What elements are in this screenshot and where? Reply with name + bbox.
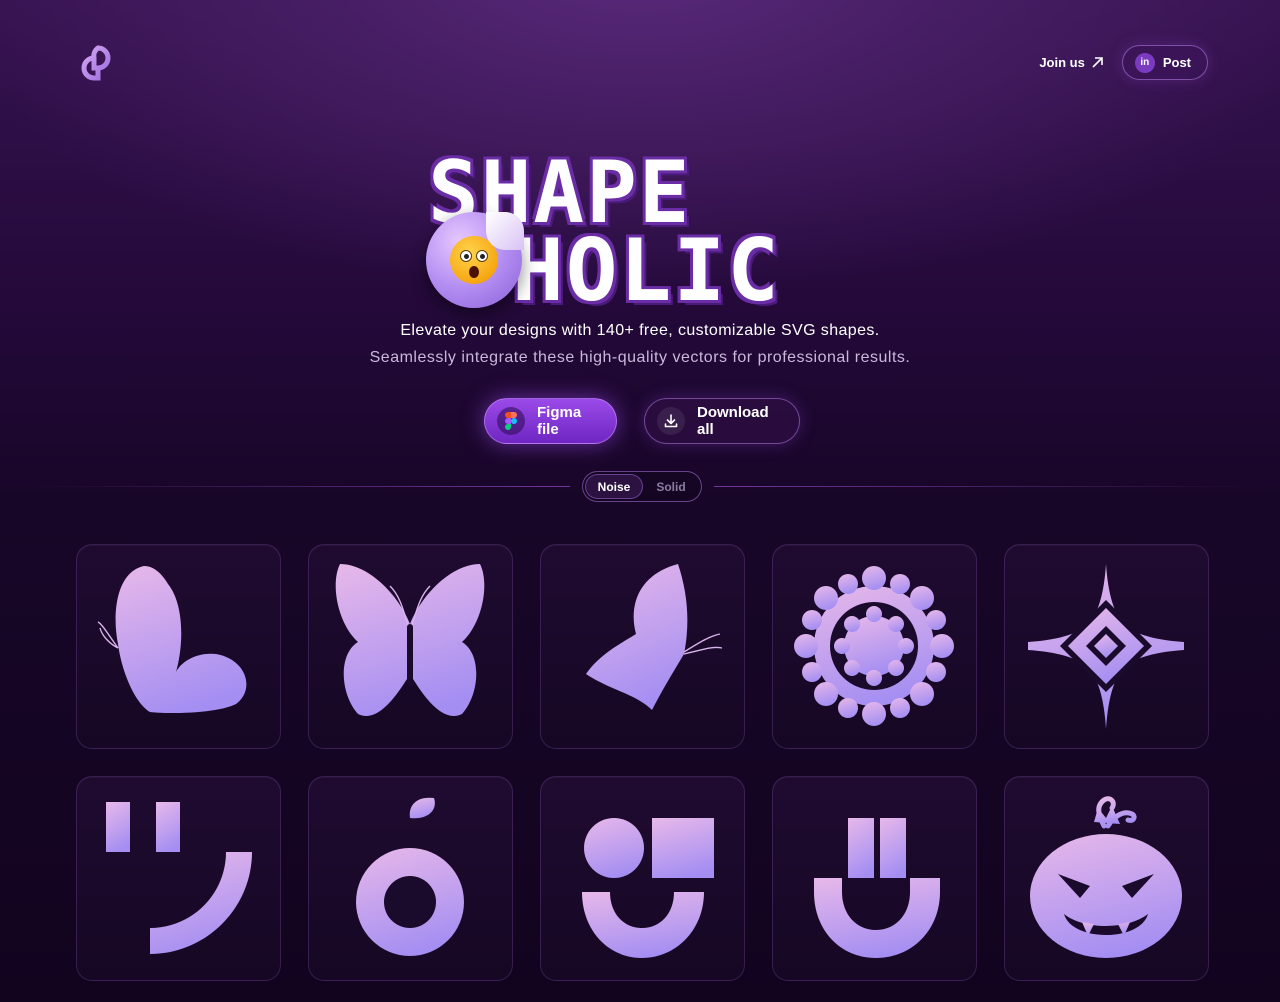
shapeholic-logo-icon[interactable] (78, 44, 116, 82)
shape-card-u-bars[interactable] (772, 776, 977, 981)
butterfly-wing-shape (586, 564, 723, 710)
u-bars-shape (814, 818, 940, 958)
sticker-fold (486, 212, 524, 250)
arrow-up-right-icon (1092, 57, 1103, 68)
hero-description: Seamlessly integrate these high-quality … (369, 349, 911, 366)
shape-card-pumpkin[interactable] (1004, 776, 1209, 981)
smile-bracket-shape (106, 802, 252, 954)
ring-drop-shape (356, 797, 464, 956)
shape-card-flower-ring[interactable] (772, 544, 977, 749)
shape-card-ring-drop[interactable] (308, 776, 513, 981)
style-toggle[interactable]: Noise Solid (582, 471, 702, 502)
join-us-link[interactable]: Join us (1033, 55, 1110, 70)
hero-title: SHAPE HOLIC (420, 150, 870, 314)
butterfly-side-shape (97, 566, 247, 714)
figma-file-button[interactable]: Figma file (484, 398, 617, 444)
toggle-solid[interactable]: Solid (643, 474, 699, 499)
linkedin-icon: in (1134, 52, 1155, 73)
post-label: Post (1162, 55, 1191, 70)
figma-file-label: Figma file (537, 404, 582, 438)
pumpkin-shape (1030, 796, 1182, 958)
four-point-star-shape (1028, 564, 1184, 729)
shape-card-circle-square-smile[interactable] (540, 776, 745, 981)
divider-right (714, 486, 1254, 487)
shape-card-four-point-star[interactable] (1004, 544, 1209, 749)
toggle-noise[interactable]: Noise (585, 474, 643, 499)
butterfly-front-shape (335, 564, 485, 716)
divider-left (30, 486, 570, 487)
download-all-label: Download all (697, 404, 769, 438)
shape-card-butterfly-front[interactable] (308, 544, 513, 749)
join-us-label: Join us (1039, 55, 1085, 70)
shape-card-smile-bracket[interactable] (76, 776, 281, 981)
download-icon (657, 407, 685, 435)
shape-card-butterfly-side[interactable] (76, 544, 281, 749)
flower-ring-shape (794, 566, 954, 726)
title-line-2: HOLIC (512, 221, 781, 321)
shape-grid (76, 544, 1209, 981)
figma-icon (497, 407, 525, 435)
sticker-badge (426, 212, 524, 308)
download-all-button[interactable]: Download all (644, 398, 800, 444)
post-button[interactable]: in Post (1121, 45, 1208, 80)
hero-subtitle: Elevate your designs with 140+ free, cus… (400, 322, 880, 339)
circle-square-smile-shape (582, 818, 714, 958)
shape-card-butterfly-wing[interactable] (540, 544, 745, 749)
